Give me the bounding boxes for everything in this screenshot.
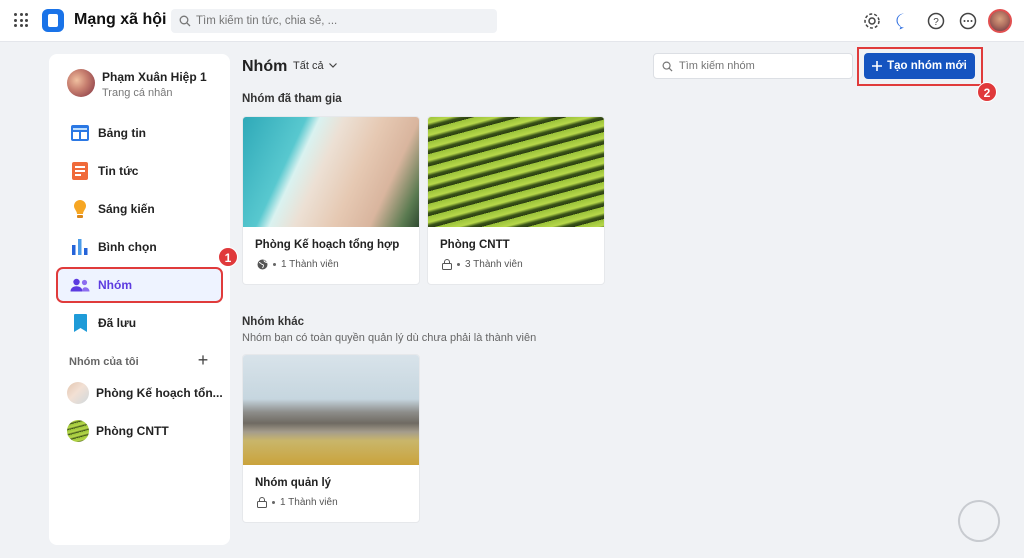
search-icon <box>662 61 673 72</box>
filter-dropdown[interactable]: Tất cả <box>293 60 324 72</box>
my-groups-heading: Nhóm của tôi <box>69 356 139 368</box>
group-name[interactable]: Nhóm quản lý <box>255 477 331 489</box>
search-icon <box>179 15 191 27</box>
apps-grid-icon[interactable] <box>14 13 28 27</box>
member-count: 1 Thành viên <box>281 259 339 270</box>
sidebar-item-label: Tin tức <box>98 164 139 178</box>
poll-icon <box>70 237 90 257</box>
sidebar-group-item[interactable]: Phòng CNTT <box>67 418 222 444</box>
user-avatar[interactable] <box>988 9 1012 33</box>
group-avatar <box>67 420 89 442</box>
sidebar-item-ideas[interactable]: Sáng kiến <box>57 192 222 226</box>
sidebar-item-polls[interactable]: Bình chọn <box>57 230 222 264</box>
plus-icon <box>872 61 883 71</box>
sidebar-item-label: Nhóm <box>98 278 132 292</box>
more-icon[interactable] <box>958 11 978 31</box>
group-meta: 1 Thành viên <box>257 259 339 270</box>
group-cover-image <box>428 117 604 227</box>
sidebar-item-saved[interactable]: Đã lưu <box>57 306 222 340</box>
group-meta: 1 Thành viên <box>257 497 338 508</box>
app-title: Mạng xã hội <box>74 11 167 28</box>
group-meta: 3 Thành viên <box>442 259 523 270</box>
group-avatar <box>67 382 89 404</box>
sidebar-item-groups[interactable]: Nhóm <box>56 267 223 303</box>
member-count: 1 Thành viên <box>280 497 338 508</box>
group-search-input[interactable] <box>654 54 852 78</box>
group-cover-image <box>243 117 419 227</box>
group-card[interactable]: Phòng Kế hoạch tổng hợp 1 Thành viên <box>242 116 420 285</box>
sidebar-item-news[interactable]: Tin tức <box>57 154 222 188</box>
profile-avatar[interactable] <box>67 69 95 97</box>
group-cover-image <box>243 355 419 465</box>
chat-icon[interactable] <box>894 11 914 31</box>
gear-icon[interactable] <box>862 11 882 31</box>
joined-groups-heading: Nhóm đã tham gia <box>242 93 342 105</box>
sidebar-group-label: Phòng CNTT <box>96 424 169 438</box>
group-card[interactable]: Phòng CNTT 3 Thành viên <box>427 116 605 285</box>
sidebar-group-item[interactable]: Phòng Kế hoạch tổn... <box>67 380 223 406</box>
lock-icon <box>442 259 452 270</box>
step-badge-2: 2 <box>977 82 997 102</box>
create-group-label: Tạo nhóm mới <box>887 60 967 72</box>
news-icon <box>70 161 90 181</box>
sidebar-item-label: Bình chọn <box>98 240 157 254</box>
add-group-button[interactable]: + <box>194 351 212 370</box>
other-groups-heading: Nhóm khác <box>242 316 304 328</box>
group-icon <box>70 275 90 295</box>
sidebar-group-label: Phòng Kế hoạch tổn... <box>96 386 223 400</box>
global-search-input[interactable] <box>171 9 497 33</box>
lock-icon <box>257 497 267 508</box>
profile-subtitle: Trang cá nhân <box>102 87 173 99</box>
newsfeed-icon <box>70 123 90 143</box>
global-search[interactable] <box>171 9 497 33</box>
create-group-button[interactable]: Tạo nhóm mới <box>864 53 975 79</box>
group-name[interactable]: Phòng CNTT <box>440 239 510 251</box>
profile-name[interactable]: Phạm Xuân Hiệp 1 <box>102 70 207 84</box>
globe-icon <box>257 259 268 270</box>
group-card[interactable]: Nhóm quản lý 1 Thành viên <box>242 354 420 523</box>
app-logo[interactable] <box>42 9 64 32</box>
svg-text:?: ? <box>933 17 939 28</box>
sidebar: Phạm Xuân Hiệp 1 Trang cá nhân Bảng tin … <box>49 54 230 545</box>
sidebar-item-label: Đã lưu <box>98 316 137 330</box>
sidebar-item-label: Sáng kiến <box>98 202 155 216</box>
group-search[interactable] <box>653 53 853 79</box>
chevron-down-icon[interactable] <box>329 60 337 70</box>
step-badge-1: 1 <box>218 247 238 267</box>
watermark-logo <box>952 494 1006 548</box>
idea-icon <box>70 199 90 219</box>
top-bar: Mạng xã hội ? <box>0 0 1024 42</box>
page-title: Nhóm <box>242 58 288 75</box>
member-count: 3 Thành viên <box>465 259 523 270</box>
help-icon[interactable]: ? <box>926 11 946 31</box>
sidebar-item-newsfeed[interactable]: Bảng tin <box>57 116 222 150</box>
bookmark-icon <box>70 313 90 333</box>
sidebar-item-label: Bảng tin <box>98 126 146 140</box>
other-groups-subtitle: Nhóm bạn có toàn quyền quản lý dù chưa p… <box>242 332 537 344</box>
group-name[interactable]: Phòng Kế hoạch tổng hợp <box>255 239 399 251</box>
